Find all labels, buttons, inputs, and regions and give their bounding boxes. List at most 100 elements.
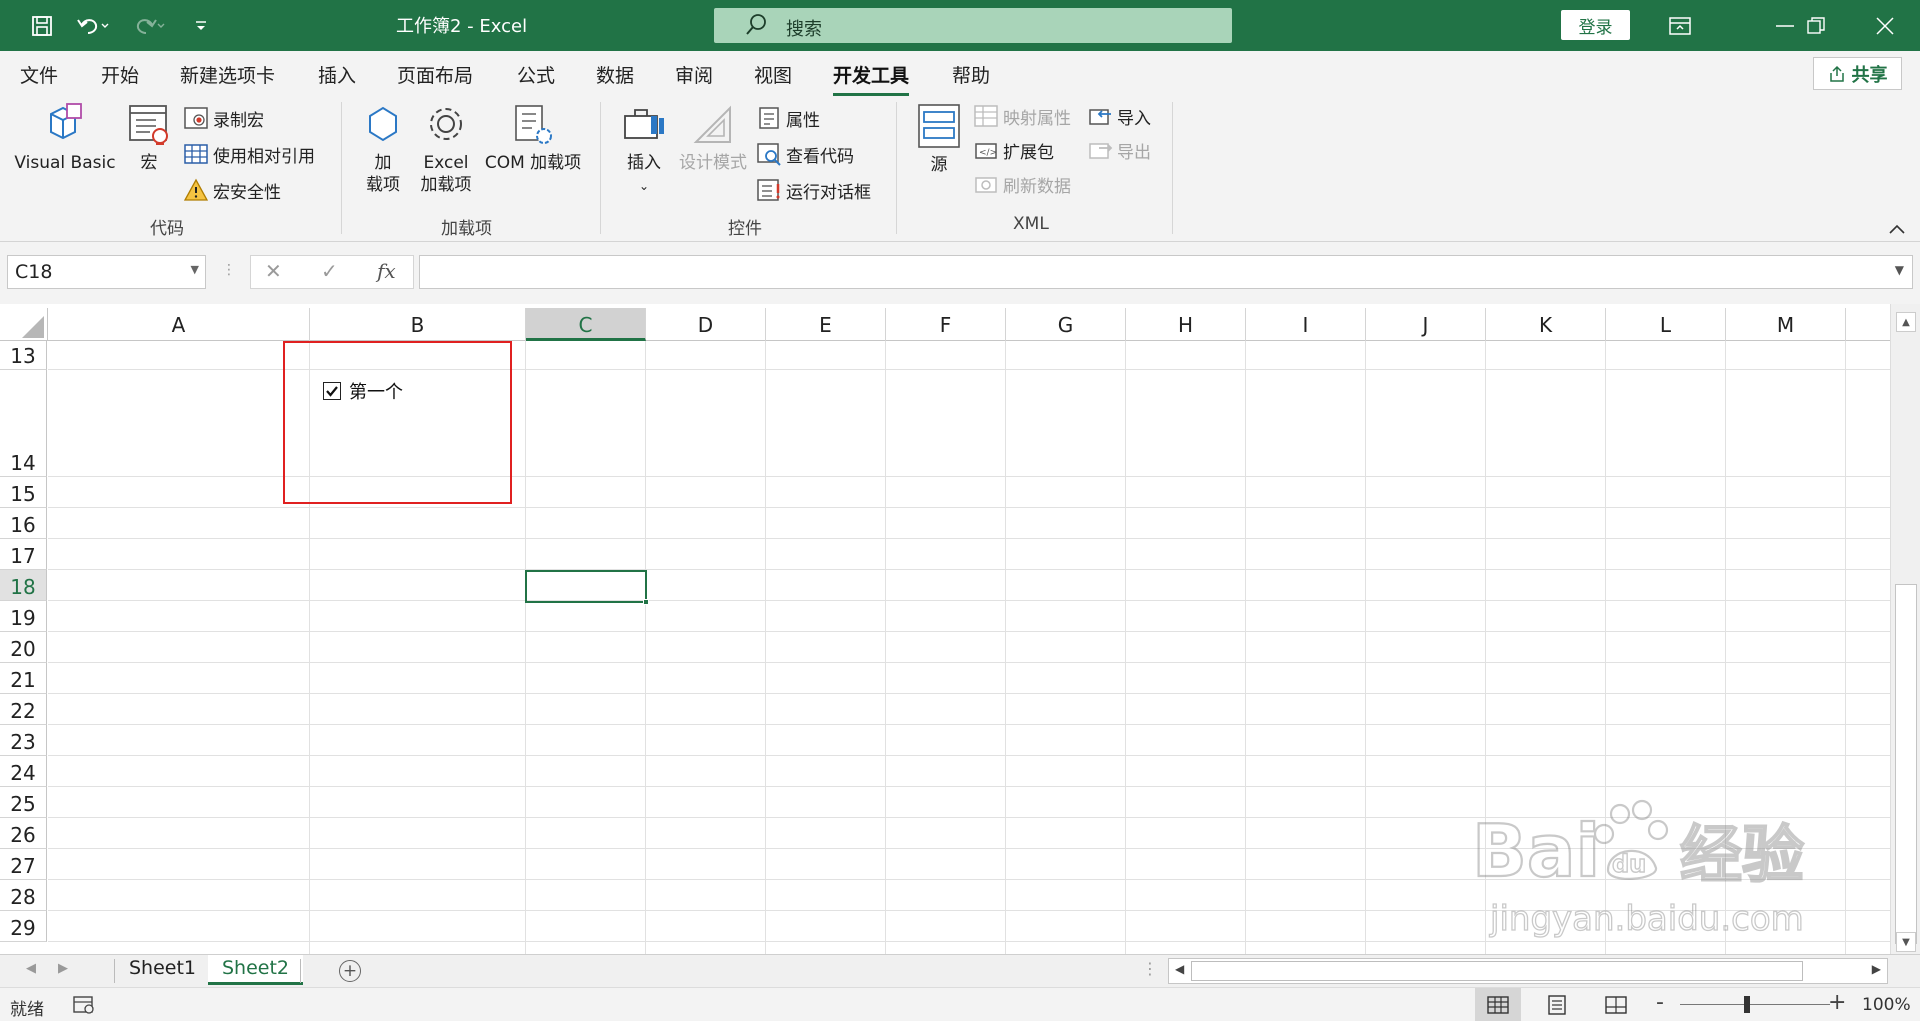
macro-security-button[interactable]: 宏安全性 xyxy=(183,176,281,204)
column-header-f[interactable]: F xyxy=(886,308,1006,341)
share-button[interactable]: 共享 xyxy=(1813,57,1902,90)
scroll-up-icon[interactable]: ▲ xyxy=(1896,312,1916,332)
row-header-13[interactable]: 13 xyxy=(0,341,47,370)
zoom-slider-track[interactable] xyxy=(1680,1004,1830,1005)
tab-file[interactable]: 文件 xyxy=(20,61,58,88)
column-header-l[interactable]: L xyxy=(1606,308,1726,341)
column-header-d[interactable]: D xyxy=(646,308,766,341)
relative-reference-button[interactable]: 使用相对引用 xyxy=(183,140,315,168)
zoom-level[interactable]: 100% xyxy=(1862,995,1911,1015)
column-header-b[interactable]: B xyxy=(310,308,526,341)
row-header-25[interactable]: 25 xyxy=(0,787,47,818)
map-properties-button[interactable]: 映射属性 xyxy=(973,102,1071,130)
row-header-14[interactable]: 14 xyxy=(0,370,47,477)
save-icon[interactable] xyxy=(22,0,62,51)
vertical-scrollbar[interactable]: ▲ ▼ xyxy=(1890,304,1920,954)
row-header-29[interactable]: 29 xyxy=(0,911,47,942)
run-dialog-button[interactable]: 运行对话框 xyxy=(756,176,871,204)
scroll-sheets-left-icon[interactable]: ◀ xyxy=(26,961,36,976)
column-header-k[interactable]: K xyxy=(1486,308,1606,341)
select-all-button[interactable] xyxy=(0,308,48,341)
customize-toolbar-icon[interactable] xyxy=(186,0,216,51)
restore-icon[interactable] xyxy=(1790,0,1842,51)
search-box[interactable]: 搜索 xyxy=(714,8,1232,43)
horizontal-scrollbar[interactable]: ◀ ▶ xyxy=(1168,958,1888,984)
tab-page-layout[interactable]: 页面布局 xyxy=(397,61,473,88)
chevron-down-icon[interactable]: ▼ xyxy=(191,263,199,276)
vertical-scroll-thumb[interactable] xyxy=(1895,584,1917,944)
column-header-e[interactable]: E xyxy=(766,308,886,341)
row-header-21[interactable]: 21 xyxy=(0,663,47,694)
excel-addins-button[interactable]: Excel 加载项 xyxy=(416,102,476,196)
tab-review[interactable]: 审阅 xyxy=(675,61,713,88)
close-icon[interactable] xyxy=(1860,0,1910,51)
cancel-icon[interactable]: ✕ xyxy=(265,259,282,283)
scroll-sheets-right-icon[interactable]: ▶ xyxy=(58,961,68,976)
tab-formulas[interactable]: 公式 xyxy=(517,61,555,88)
row-header-23[interactable]: 23 xyxy=(0,725,47,756)
undo-icon[interactable] xyxy=(70,0,116,51)
row-header-18[interactable]: 18 xyxy=(0,570,47,601)
refresh-data-button[interactable]: 刷新数据 xyxy=(973,170,1071,198)
page-layout-view-button[interactable] xyxy=(1534,988,1580,1021)
column-header-m[interactable]: M xyxy=(1726,308,1846,341)
insert-control-button[interactable]: 插入 ⌄ xyxy=(616,102,672,197)
fill-handle[interactable] xyxy=(643,599,649,605)
tab-developer[interactable]: 开发工具 xyxy=(833,61,910,96)
row-header-28[interactable]: 28 xyxy=(0,880,47,911)
accessibility-icon[interactable] xyxy=(72,995,96,1019)
addins-button[interactable]: 加 载项 xyxy=(358,102,408,196)
name-box[interactable]: C18 ▼ xyxy=(7,255,206,289)
xml-source-button[interactable]: 源 xyxy=(914,102,964,176)
splitter-handle-icon[interactable]: ⋮ xyxy=(222,262,236,278)
zoom-slider-thumb[interactable] xyxy=(1744,996,1750,1013)
zoom-in-button[interactable]: + xyxy=(1828,990,1846,1015)
column-header-h[interactable]: H xyxy=(1126,308,1246,341)
scroll-left-icon[interactable]: ◀ xyxy=(1175,962,1184,976)
insert-function-button[interactable]: fx xyxy=(377,259,396,283)
login-button[interactable]: 登录 xyxy=(1561,10,1630,40)
redo-icon[interactable] xyxy=(126,0,172,51)
tab-insert[interactable]: 插入 xyxy=(318,61,356,88)
column-header-c[interactable]: C xyxy=(526,308,646,341)
row-header-16[interactable]: 16 xyxy=(0,508,47,539)
xml-export-button[interactable]: 导出 xyxy=(1087,136,1151,164)
enter-icon[interactable]: ✓ xyxy=(321,259,338,283)
tab-home[interactable]: 开始 xyxy=(101,61,139,88)
column-header-a[interactable]: A xyxy=(48,308,310,341)
record-macro-button[interactable]: 录制宏 xyxy=(183,104,264,132)
formula-input[interactable]: ▼ xyxy=(419,255,1913,289)
column-header-j[interactable]: J xyxy=(1366,308,1486,341)
view-code-button[interactable]: 查看代码 xyxy=(756,140,854,168)
new-sheet-icon[interactable]: + xyxy=(339,960,361,982)
com-addins-button[interactable]: COM 加载项 xyxy=(480,102,586,174)
xml-import-button[interactable]: 导入 xyxy=(1087,102,1151,130)
tab-new-tab[interactable]: 新建选项卡 xyxy=(180,61,275,88)
row-header-17[interactable]: 17 xyxy=(0,539,47,570)
active-cell[interactable] xyxy=(525,570,649,605)
horizontal-scroll-thumb[interactable] xyxy=(1191,961,1803,981)
page-break-view-button[interactable] xyxy=(1593,988,1639,1021)
column-header-g[interactable]: G xyxy=(1006,308,1126,341)
sheet-tab-sheet2[interactable]: Sheet2 xyxy=(208,955,304,985)
row-header-27[interactable]: 27 xyxy=(0,849,47,880)
worksheet-grid[interactable]: ABCDEFGHIJKLM 13 14 15 16 17 18 19 20 21 22 23 24 25… xyxy=(0,304,1890,954)
sheet-tab-sheet1[interactable]: Sheet1 xyxy=(115,955,210,985)
tab-help[interactable]: 帮助 xyxy=(952,61,990,88)
row-header-24[interactable]: 24 xyxy=(0,756,47,787)
row-header-15[interactable]: 15 xyxy=(0,477,47,508)
scroll-right-icon[interactable]: ▶ xyxy=(1872,962,1881,976)
properties-button[interactable]: 属性 xyxy=(756,104,820,132)
row-header-22[interactable]: 22 xyxy=(0,694,47,725)
zoom-out-button[interactable]: - xyxy=(1656,990,1664,1015)
tab-data[interactable]: 数据 xyxy=(596,61,634,88)
design-mode-button[interactable]: 设计模式 xyxy=(675,102,751,174)
visual-basic-button[interactable]: Visual Basic xyxy=(12,102,118,174)
expand-formula-bar-icon[interactable]: ▼ xyxy=(1895,263,1904,277)
ribbon-display-options-icon[interactable] xyxy=(1660,0,1700,51)
row-header-26[interactable]: 26 xyxy=(0,818,47,849)
macros-button[interactable]: 宏 xyxy=(124,102,174,174)
tab-view[interactable]: 视图 xyxy=(754,61,792,88)
row-header-19[interactable]: 19 xyxy=(0,601,47,632)
column-header-i[interactable]: I xyxy=(1246,308,1366,341)
